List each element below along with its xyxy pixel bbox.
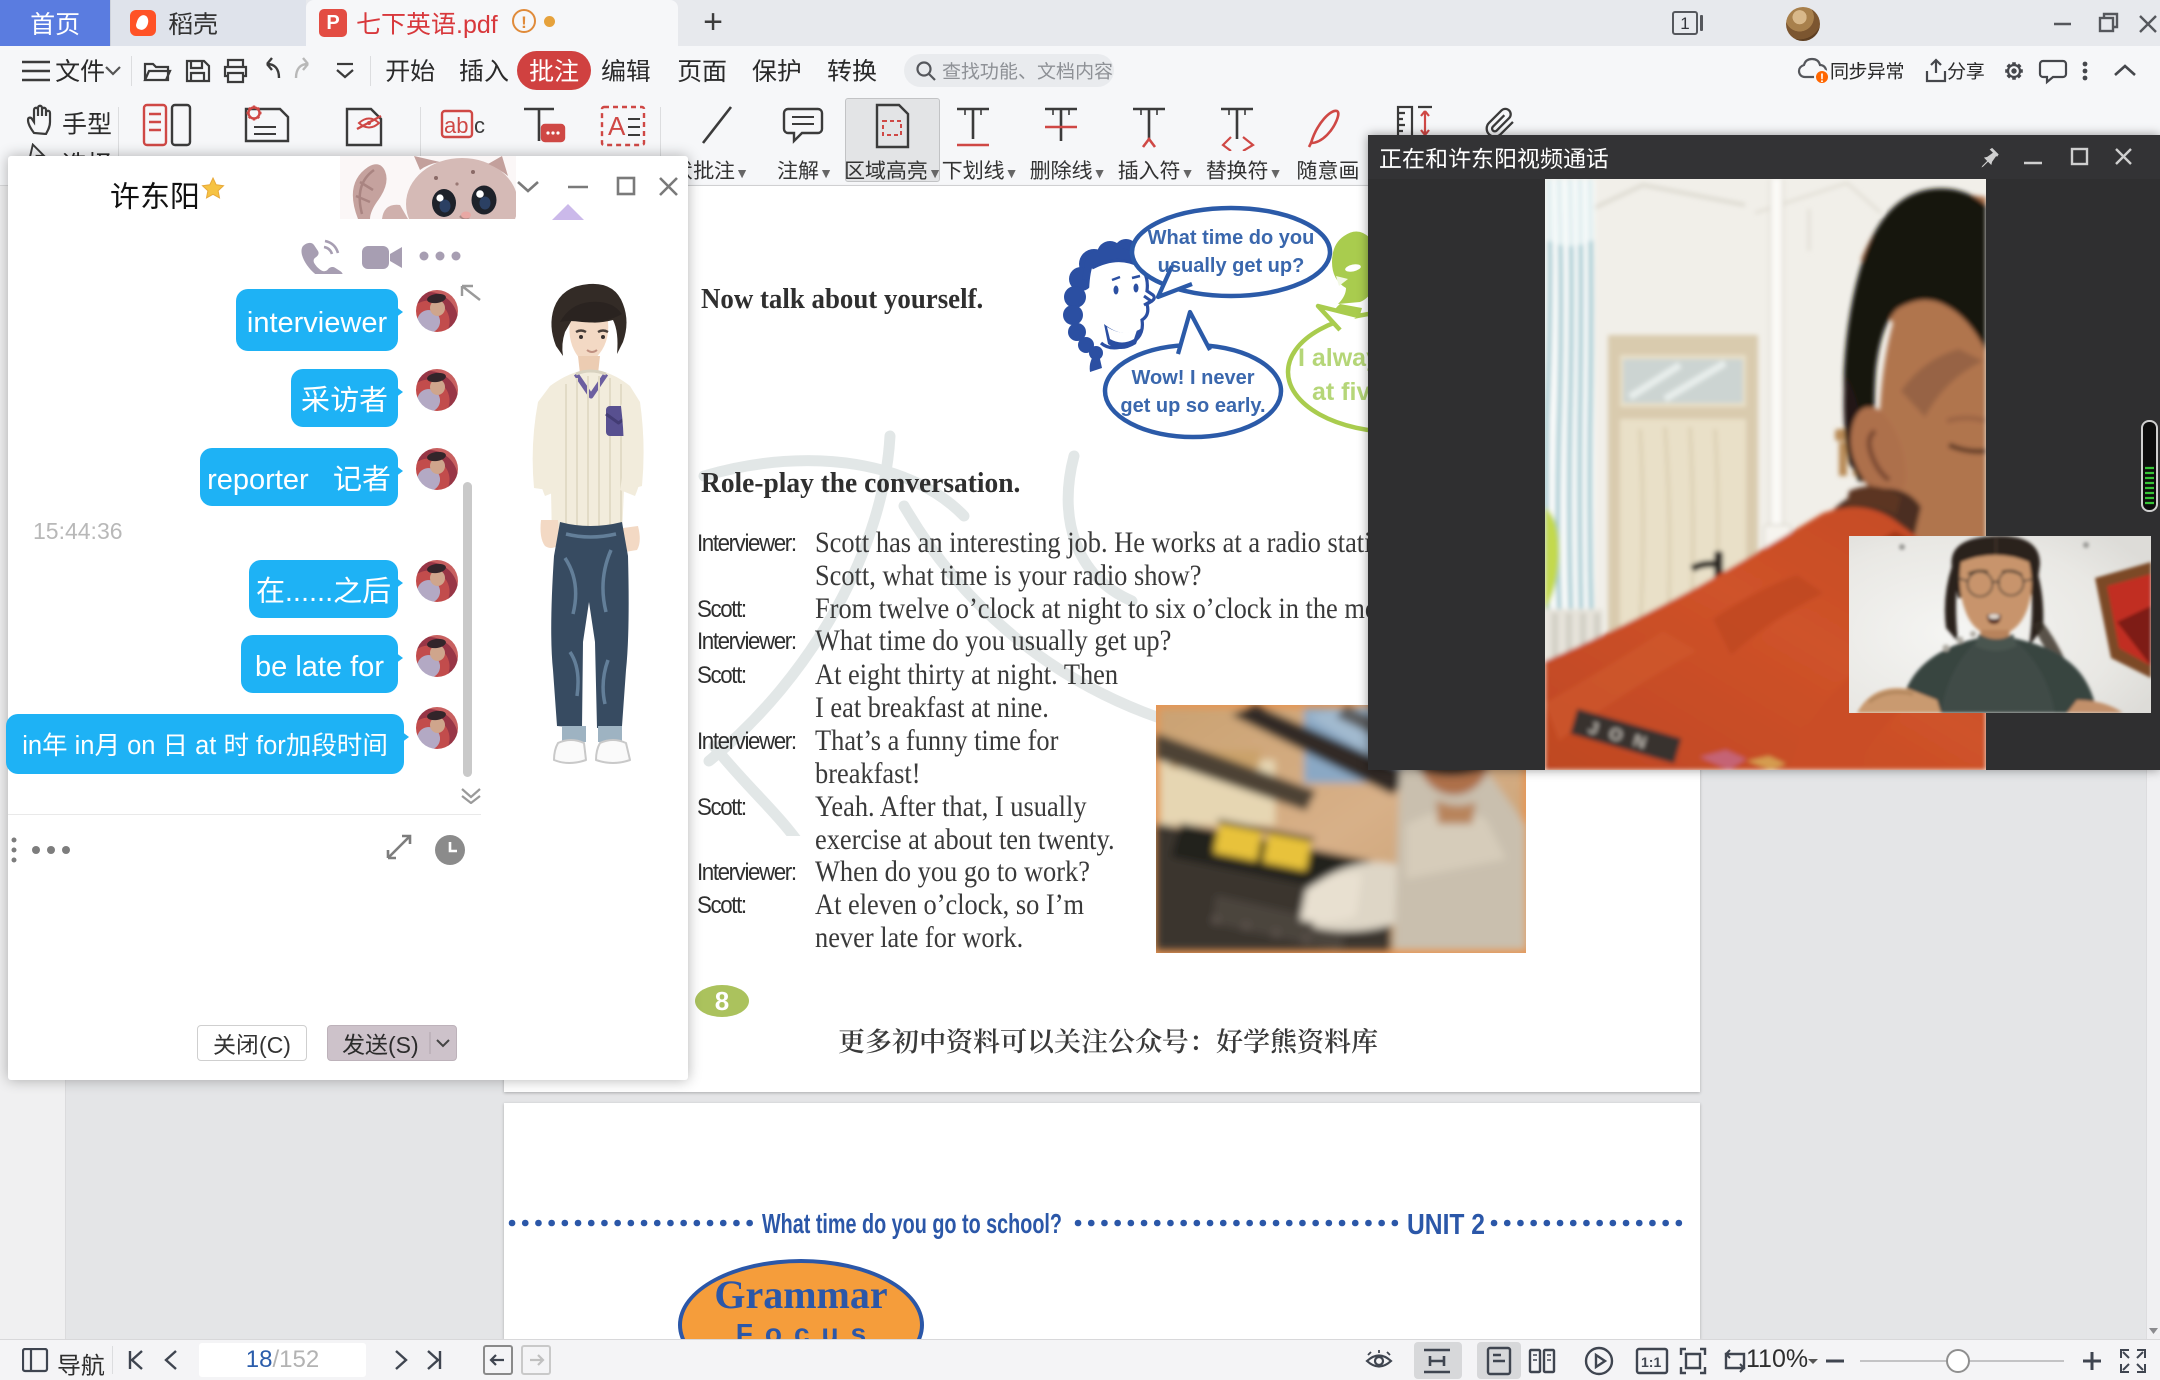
svg-text:get up so early.: get up so early.: [1120, 395, 1265, 417]
svg-text:usually get up?: usually get up?: [1158, 255, 1305, 277]
svg-text:What time do you go to school?: What time do you go to school?: [762, 1211, 1062, 1239]
svg-text:A: A: [608, 111, 626, 141]
svg-text:!: !: [1820, 69, 1824, 86]
svg-text:What time do you: What time do you: [1148, 227, 1315, 249]
svg-text:UNIT 2: UNIT 2: [1407, 1211, 1485, 1241]
svg-text:c: c: [474, 113, 485, 138]
svg-text:1:1: 1:1: [1641, 1354, 1661, 1370]
svg-text:Wow! I never: Wow! I never: [1132, 367, 1255, 389]
svg-text:ab: ab: [444, 113, 468, 138]
